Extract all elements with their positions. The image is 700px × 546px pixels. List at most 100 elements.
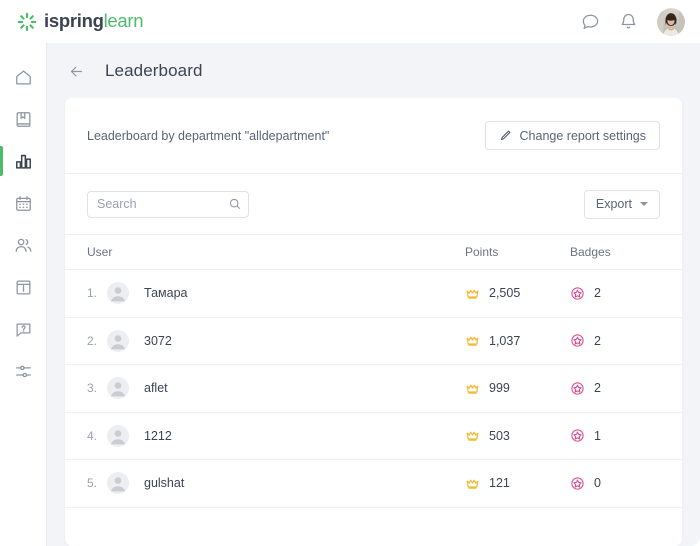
bar-chart-icon [14,152,33,171]
user-name: 1212 [144,428,172,443]
badges-cell: 0 [570,476,660,491]
rank-number: 5. [87,476,98,491]
brand-name: ispring [44,10,104,32]
brand-wordmark: ispringlearn [44,10,144,32]
table-row[interactable]: 3. aflet 999 2 [65,365,682,413]
rank-number: 3. [87,381,98,396]
crown-icon [465,286,480,301]
user-cell: 2. 3072 [87,329,465,352]
chat-icon[interactable] [581,12,600,31]
book-icon [14,110,33,129]
product-name: learn [103,10,144,32]
badge-star-icon [570,428,585,443]
badges-cell: 2 [570,381,660,396]
calendar-icon [14,194,33,213]
change-report-settings-button[interactable]: Change report settings [484,121,660,150]
points-value: 503 [489,428,510,443]
points-cell: 999 [465,381,570,396]
crown-icon [465,381,480,396]
main-content: Leaderboard Leaderboard by department "a… [47,43,700,546]
user-cell: 1. Тамара [87,282,465,305]
news-panel-icon [14,278,33,297]
top-bar: ispringlearn [0,0,700,43]
user-avatar-placeholder-icon [107,472,129,495]
search-icon[interactable] [228,197,242,211]
report-summary-row: Leaderboard by department "alldepartment… [65,98,682,174]
page-header: Leaderboard [47,43,700,98]
sidebar-item-users[interactable] [0,224,47,266]
badges-cell: 1 [570,428,660,443]
points-value: 1,037 [489,333,521,348]
back-arrow-icon[interactable] [68,61,85,80]
ispring-starburst-icon [17,12,37,32]
user-avatar-placeholder-icon [107,282,129,305]
column-header-points: Points [465,245,499,259]
points-cell: 503 [465,428,570,443]
table-row[interactable]: 1. Тамара 2,505 2 [65,270,682,318]
user-name: gulshat [144,476,185,491]
sidebar-item-courses[interactable] [0,98,47,140]
badges-value: 1 [594,428,601,443]
table-toolbar: Export [65,174,682,234]
chevron-down-icon [640,202,648,206]
sidebar-item-news[interactable] [0,266,47,308]
sidebar-item-settings[interactable] [0,350,47,392]
badges-value: 2 [594,286,601,301]
export-button[interactable]: Export [583,189,660,219]
points-value: 999 [489,381,510,396]
user-avatar-placeholder-icon [107,424,129,447]
badge-star-icon [570,381,585,396]
badges-value: 2 [594,381,601,396]
report-description: Leaderboard by department "alldepartment… [87,128,330,143]
sidebar-item-help[interactable] [0,308,47,350]
badge-star-icon [570,476,585,491]
user-avatar-placeholder-icon [107,377,129,400]
page-title: Leaderboard [105,60,203,80]
user-avatar-placeholder-icon [107,329,129,352]
badges-value: 0 [594,476,601,491]
top-bar-actions [581,7,685,36]
crown-icon [465,428,480,443]
points-cell: 1,037 [465,333,570,348]
leaderboard-table: User Points Badges 1. Тамара 2,505 2 2. … [65,234,682,508]
pencil-icon [499,129,512,142]
user-name: aflet [144,381,168,396]
home-icon [14,68,33,87]
badge-star-icon [570,286,585,301]
question-bubble-icon [14,320,33,339]
change-report-settings-label: Change report settings [519,128,646,143]
column-header-badges: Badges [570,245,611,259]
sidebar [0,43,47,546]
points-value: 121 [489,476,510,491]
points-cell: 2,505 [465,286,570,301]
user-name: 3072 [144,333,172,348]
search-input[interactable] [87,190,249,218]
table-row[interactable]: 2. 3072 1,037 2 [65,318,682,365]
sidebar-item-home[interactable] [0,56,47,98]
sliders-icon [14,362,33,381]
badges-cell: 2 [570,333,660,348]
user-cell: 5. gulshat [87,472,465,495]
export-label: Export [595,197,632,211]
notifications-icon[interactable] [619,12,638,31]
table-row[interactable]: 4. 1212 503 1 [65,413,682,460]
app-window: ispringlearn Leaderboard Leaderboard by … [0,0,700,546]
sidebar-item-calendar[interactable] [0,182,47,224]
column-header-user: User [87,245,113,259]
active-indicator [0,146,3,176]
people-icon [14,236,33,255]
search-box [87,190,249,218]
user-cell: 4. 1212 [87,424,465,447]
rank-number: 1. [87,286,98,301]
rank-number: 4. [87,428,98,443]
crown-icon [465,333,480,348]
badges-cell: 2 [570,286,660,301]
sidebar-item-reports[interactable] [0,140,47,182]
leaderboard-card: Leaderboard by department "alldepartment… [65,98,682,546]
points-cell: 121 [465,476,570,491]
crown-icon [465,476,480,491]
user-cell: 3. aflet [87,377,465,400]
table-row[interactable]: 5. gulshat 121 0 [65,460,682,508]
brand-logo[interactable]: ispringlearn [17,10,144,32]
user-avatar[interactable] [657,7,685,36]
